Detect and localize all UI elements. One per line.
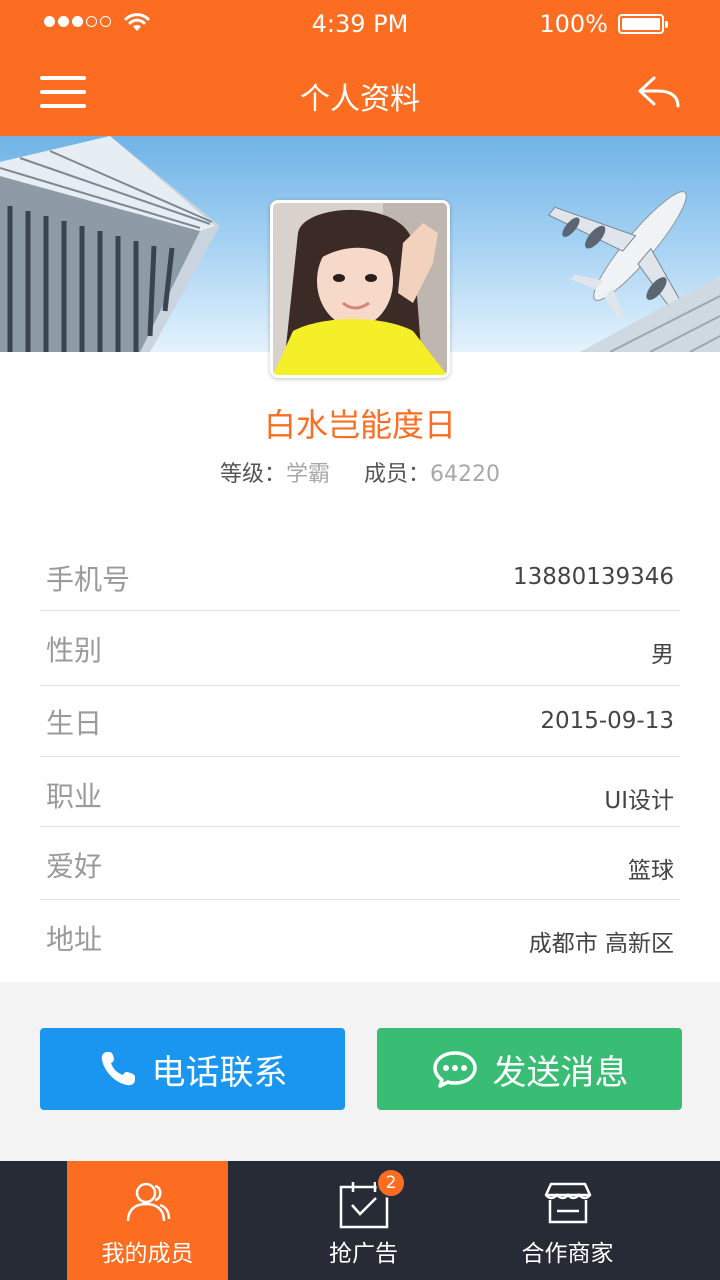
tab-label: 合作商家 — [521, 1241, 614, 1267]
member-value: 64220 — [430, 462, 501, 487]
tab-label: 抢广告 — [329, 1241, 398, 1267]
level-value: 学霸 — [285, 462, 330, 487]
info-value: 篮球 — [628, 858, 674, 884]
member-label: 成员： — [364, 462, 431, 487]
nav-bar: 个人资料 — [0, 46, 720, 136]
info-value: 2015-09-13 — [540, 708, 674, 734]
info-value: 13880139346 — [513, 564, 674, 590]
info-value: 男 — [651, 642, 674, 668]
info-value: 成都市 高新区 — [528, 931, 674, 957]
return-arrow-icon[interactable] — [636, 72, 682, 112]
calendar-check-icon — [283, 1181, 444, 1229]
battery-icon — [618, 14, 668, 34]
chat-bubble-icon — [431, 1049, 479, 1089]
phone-icon — [98, 1049, 138, 1089]
info-row-hobby[interactable]: 爱好 篮球 — [40, 827, 680, 900]
page-title: 个人资料 — [300, 82, 420, 117]
call-button-label: 电话联系 — [151, 1052, 288, 1093]
info-label: 手机号 — [46, 563, 131, 596]
send-message-label: 发送消息 — [492, 1052, 629, 1093]
avatar[interactable] — [270, 200, 450, 378]
info-row-address[interactable]: 地址 成都市 高新区 — [40, 900, 680, 975]
info-label: 生日 — [46, 707, 103, 740]
members-icon — [67, 1181, 228, 1223]
tab-my-members[interactable]: 我的成员 — [67, 1161, 228, 1280]
bottom-tab-bar: 我的成员 2 抢广告 合作商家 — [0, 1161, 720, 1280]
info-row-phone[interactable]: 手机号 13880139346 — [40, 540, 680, 611]
info-row-birthday[interactable]: 生日 2015-09-13 — [40, 686, 680, 757]
info-row-gender[interactable]: 性别 男 — [40, 611, 680, 686]
status-time: 4:39 PM — [311, 10, 409, 38]
send-message-button[interactable]: 发送消息 — [377, 1028, 682, 1110]
info-value: UI设计 — [604, 788, 674, 814]
profile-meta: 等级：学霸 成员：64220 — [0, 456, 720, 488]
info-label: 地址 — [46, 923, 103, 956]
info-row-occupation[interactable]: 职业 UI设计 — [40, 757, 680, 827]
info-label: 职业 — [46, 780, 103, 813]
info-label: 性别 — [46, 634, 103, 667]
profile-name: 白水岂能度日 — [263, 406, 456, 444]
level-label: 等级： — [219, 462, 286, 487]
info-label: 爱好 — [46, 850, 103, 883]
notification-badge: 2 — [376, 1168, 406, 1198]
tab-label: 我的成员 — [101, 1241, 194, 1267]
avatar-photo — [273, 203, 447, 375]
tab-partner-merchants[interactable]: 合作商家 — [487, 1161, 648, 1280]
call-button[interactable]: 电话联系 — [40, 1028, 345, 1110]
store-icon — [487, 1181, 648, 1225]
status-bar: 4:39 PM 100% — [0, 0, 720, 46]
tab-grab-ads[interactable]: 2 抢广告 — [283, 1161, 444, 1280]
battery-percent: 100% — [539, 10, 608, 38]
